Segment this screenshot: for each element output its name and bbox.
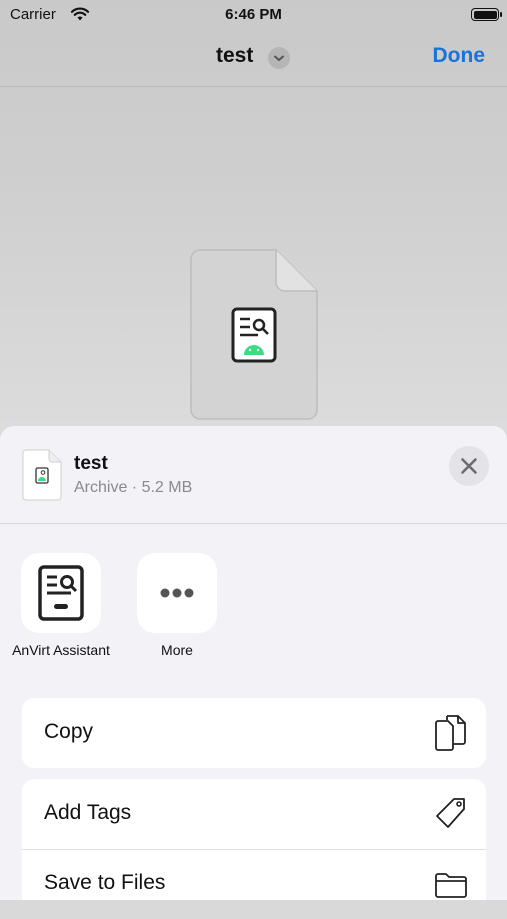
action-label: Copy	[44, 720, 94, 743]
anvirt-app-icon	[21, 553, 101, 633]
app-more[interactable]: More	[117, 553, 237, 659]
done-button[interactable]: Done	[433, 44, 486, 68]
status-bar: Carrier 6:46 PM	[0, 0, 507, 30]
action-label: Add Tags	[44, 801, 132, 824]
file-thumbnail-icon	[22, 449, 62, 501]
more-dots-icon	[137, 553, 217, 633]
app-label: AnVirt Assistant	[12, 642, 110, 658]
app-label: More	[161, 642, 193, 658]
action-add-tags[interactable]: Add Tags	[22, 779, 486, 850]
share-sheet: test Archive · 5.2 MB AnVirt Assistant M…	[0, 426, 507, 900]
battery-icon	[471, 8, 502, 21]
close-icon	[461, 458, 477, 474]
document-preview-icon	[190, 249, 318, 420]
copy-card: Copy	[22, 698, 486, 768]
app-anvirt-assistant[interactable]: AnVirt Assistant	[1, 553, 121, 659]
folder-icon	[435, 873, 467, 898]
actions-card: Add Tags Save to Files	[22, 779, 486, 900]
chevron-down-icon	[274, 55, 284, 61]
copy-icon	[435, 715, 466, 751]
title-menu-button[interactable]	[268, 47, 290, 69]
clock: 6:46 PM	[225, 6, 282, 23]
navigation-bar: test Done	[0, 30, 507, 87]
nav-title[interactable]: test	[216, 44, 253, 68]
tag-icon	[436, 798, 465, 828]
action-label: Save to Files	[44, 871, 166, 894]
file-meta: Archive · 5.2 MB	[74, 479, 193, 496]
close-button[interactable]	[449, 446, 489, 486]
file-name: test	[74, 453, 108, 474]
header-divider	[0, 523, 507, 524]
action-save-to-files[interactable]: Save to Files	[22, 849, 486, 919]
action-copy[interactable]: Copy	[22, 698, 486, 768]
